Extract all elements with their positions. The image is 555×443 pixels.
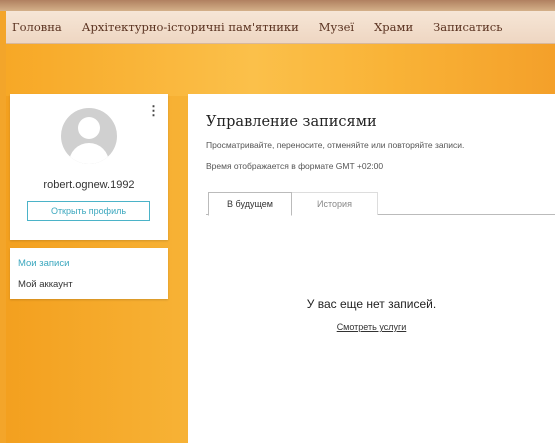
sidebar-item-my-account[interactable]: Мой аккаунт — [18, 279, 73, 290]
more-options-icon[interactable]: ⋮ — [147, 104, 160, 118]
top-navigation: Головна Архітектурно-історичні пам'ятник… — [6, 11, 555, 44]
tab-upcoming[interactable]: В будущем — [208, 192, 292, 216]
header-banner — [6, 44, 555, 96]
view-services-link[interactable]: Смотреть услуги — [188, 322, 555, 332]
nav-item-signup[interactable]: Записатись — [423, 20, 512, 34]
timezone-note: Время отображается в формате GMT +02:00 — [206, 161, 384, 171]
empty-state-message: У вас еще нет записей. — [306, 297, 437, 311]
nav-item-monuments[interactable]: Архітектурно-історичні пам'ятники — [72, 20, 309, 34]
profile-card: ⋮ robert.ognew.1992 Открыть профиль — [10, 94, 168, 240]
window-top-strip — [0, 0, 555, 11]
open-profile-button[interactable]: Открыть профиль — [27, 201, 150, 221]
page-description: Просматривайте, переносите, отменяйте ил… — [206, 140, 465, 150]
sidebar-item-my-bookings[interactable]: Мои записи — [18, 258, 69, 269]
sidebar-menu: Мои записи Мой аккаунт — [10, 248, 168, 299]
profile-username: robert.ognew.1992 — [43, 179, 135, 191]
nav-item-temples[interactable]: Храми — [364, 20, 423, 34]
avatar — [61, 108, 117, 164]
bookings-panel: Управление записями Просматривайте, пере… — [188, 94, 555, 443]
tab-history[interactable]: История — [292, 192, 378, 215]
page-title: Управление записями — [206, 114, 377, 130]
avatar-head-shape — [78, 117, 100, 139]
nav-item-home[interactable]: Головна — [6, 20, 72, 34]
avatar-body-shape — [69, 143, 109, 164]
nav-item-museums[interactable]: Музеї — [309, 20, 364, 34]
